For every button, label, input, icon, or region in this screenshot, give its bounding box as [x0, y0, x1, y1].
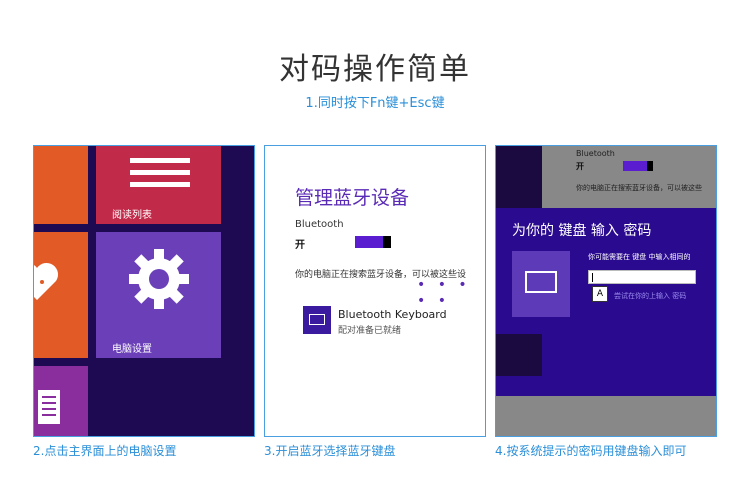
key-tooltip: A [592, 286, 608, 302]
step-4-caption: 4.按系统提示的密码用键盘输入即可 [495, 444, 687, 458]
tile-reading-list[interactable]: 阅读列表 [96, 146, 221, 224]
keyboard-device-icon[interactable] [303, 306, 331, 334]
bluetooth-state-label: 开 [295, 240, 305, 251]
passcode-input[interactable] [588, 270, 696, 284]
start-screen-panel: 阅读列表 电脑设置 [33, 145, 255, 437]
search-progress-dots: • • • • • [417, 277, 471, 309]
list-icon-line [130, 170, 190, 175]
tile-orange-top[interactable] [34, 146, 88, 224]
dialog-title: 为你的 键盘 输入 密码 [512, 223, 652, 239]
step-2-caption: 2.点击主界面上的电脑设置 [33, 444, 177, 458]
keyboard-icon [309, 314, 325, 325]
list-icon-line [130, 158, 190, 163]
bluetooth-label: Bluetooth [576, 149, 615, 158]
device-name[interactable]: Bluetooth Keyboard [338, 308, 447, 321]
keyboard-icon [525, 271, 557, 293]
bluetooth-search-status: 你的电脑正在搜索蓝牙设备，可以被这些 [576, 184, 702, 192]
gear-icon [129, 249, 189, 309]
tile-pc-settings-label: 电脑设置 [112, 344, 152, 355]
toggle-knob [647, 161, 653, 171]
toggle-knob [383, 236, 391, 248]
toggle-track [623, 161, 647, 171]
device-status: 配对准备已就绪 [338, 326, 402, 336]
dialog-hint: 你可能需要在 键盘 中输入相同的 [588, 253, 691, 261]
heart-icon [34, 262, 58, 300]
bluetooth-toggle[interactable] [355, 236, 391, 248]
bluetooth-settings-title: 管理蓝牙设备 [295, 187, 410, 209]
bluetooth-toggle[interactable] [623, 161, 653, 171]
list-icon-line [130, 182, 190, 187]
document-icon [38, 390, 60, 424]
tile-health[interactable] [34, 232, 88, 358]
bluetooth-settings-panel: 管理蓝牙设备 Bluetooth 开 你的电脑正在搜索蓝牙设备，可以被这些设 •… [264, 145, 486, 437]
bluetooth-state-label: 开 [576, 162, 584, 171]
tile-documents[interactable] [34, 366, 88, 436]
retry-link[interactable]: 尝试在你的上输入 密码 [614, 291, 686, 301]
step-3-caption: 3.开启蓝牙选择蓝牙键盘 [264, 444, 396, 458]
background-strip [496, 146, 542, 208]
tile-reading-list-label: 阅读列表 [112, 210, 152, 221]
keyboard-tile [512, 251, 570, 317]
passcode-dialog-panel: Bluetooth 开 你的电脑正在搜索蓝牙设备，可以被这些 为你的 键盘 输入… [495, 145, 717, 437]
toggle-track [355, 236, 385, 248]
background-strip [496, 334, 542, 376]
step-1-instruction: 1.同时按下Fn键+Esc键 [305, 96, 445, 111]
tile-pc-settings[interactable]: 电脑设置 [96, 232, 221, 358]
page-title: 对码操作简单 [279, 52, 471, 87]
bluetooth-label: Bluetooth [295, 219, 344, 230]
text-caret [592, 273, 593, 282]
